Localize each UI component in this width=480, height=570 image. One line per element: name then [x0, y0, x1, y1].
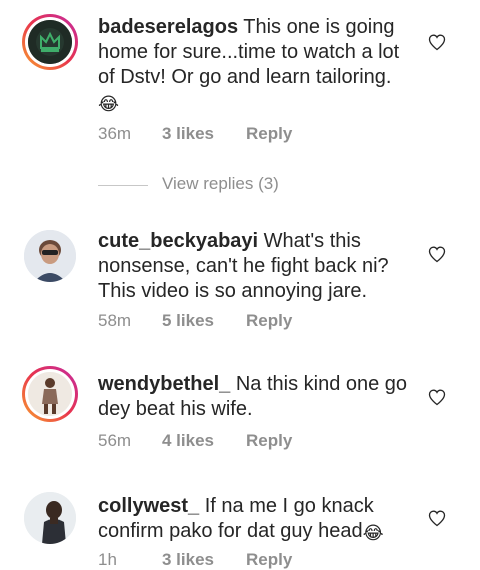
comment-meta: 1h 3 likes Reply [98, 550, 292, 570]
avatar[interactable] [22, 490, 78, 546]
comment-text: badeserelagos This one is going home for… [98, 15, 410, 115]
comment-likes-count[interactable]: 3 likes [162, 550, 246, 570]
reply-button[interactable]: Reply [246, 311, 292, 331]
reply-button[interactable]: Reply [246, 431, 292, 451]
comment-username[interactable]: collywest_ [98, 495, 199, 517]
heart-outline-icon[interactable] [427, 387, 447, 407]
reply-button[interactable]: Reply [246, 550, 292, 570]
comment-likes-count[interactable]: 5 likes [162, 311, 246, 331]
crown-logo-icon [28, 20, 72, 64]
comment-username[interactable]: wendybethel_ [98, 373, 230, 395]
comment-text: collywest_ If na me I go knack confirm p… [98, 494, 410, 544]
comment-meta: 56m 4 likes Reply [98, 431, 292, 451]
profile-photo [24, 492, 76, 544]
comment-username[interactable]: badeserelagos [98, 16, 238, 38]
profile-photo [28, 372, 72, 416]
view-replies-divider [98, 185, 148, 186]
avatar[interactable] [22, 228, 78, 284]
heart-outline-icon[interactable] [427, 32, 447, 52]
comment-likes-count[interactable]: 3 likes [162, 124, 246, 144]
laughing-emoji: 😂 [362, 523, 384, 543]
heart-outline-icon[interactable] [427, 244, 447, 264]
view-replies-label[interactable]: View replies (3) [162, 174, 279, 194]
reply-button[interactable]: Reply [246, 124, 292, 144]
comment-text: wendybethel_ Na this kind one go dey bea… [98, 372, 410, 422]
comment-text: cute_beckyabayi What's this nonsense, ca… [98, 229, 410, 304]
avatar[interactable] [22, 366, 78, 422]
comment-meta: 36m 3 likes Reply [98, 124, 292, 144]
comment-meta: 58m 5 likes Reply [98, 311, 292, 331]
laughing-emoji: 😂 [98, 94, 120, 114]
heart-outline-icon[interactable] [427, 508, 447, 528]
profile-photo [24, 230, 76, 282]
comment-likes-count[interactable]: 4 likes [162, 431, 246, 451]
comment-timestamp: 36m [98, 124, 132, 143]
avatar[interactable] [22, 14, 78, 70]
comment-timestamp: 1h [98, 550, 117, 569]
comment-timestamp: 56m [98, 431, 132, 450]
comment-username[interactable]: cute_beckyabayi [98, 230, 258, 252]
comment-timestamp: 58m [98, 311, 132, 330]
